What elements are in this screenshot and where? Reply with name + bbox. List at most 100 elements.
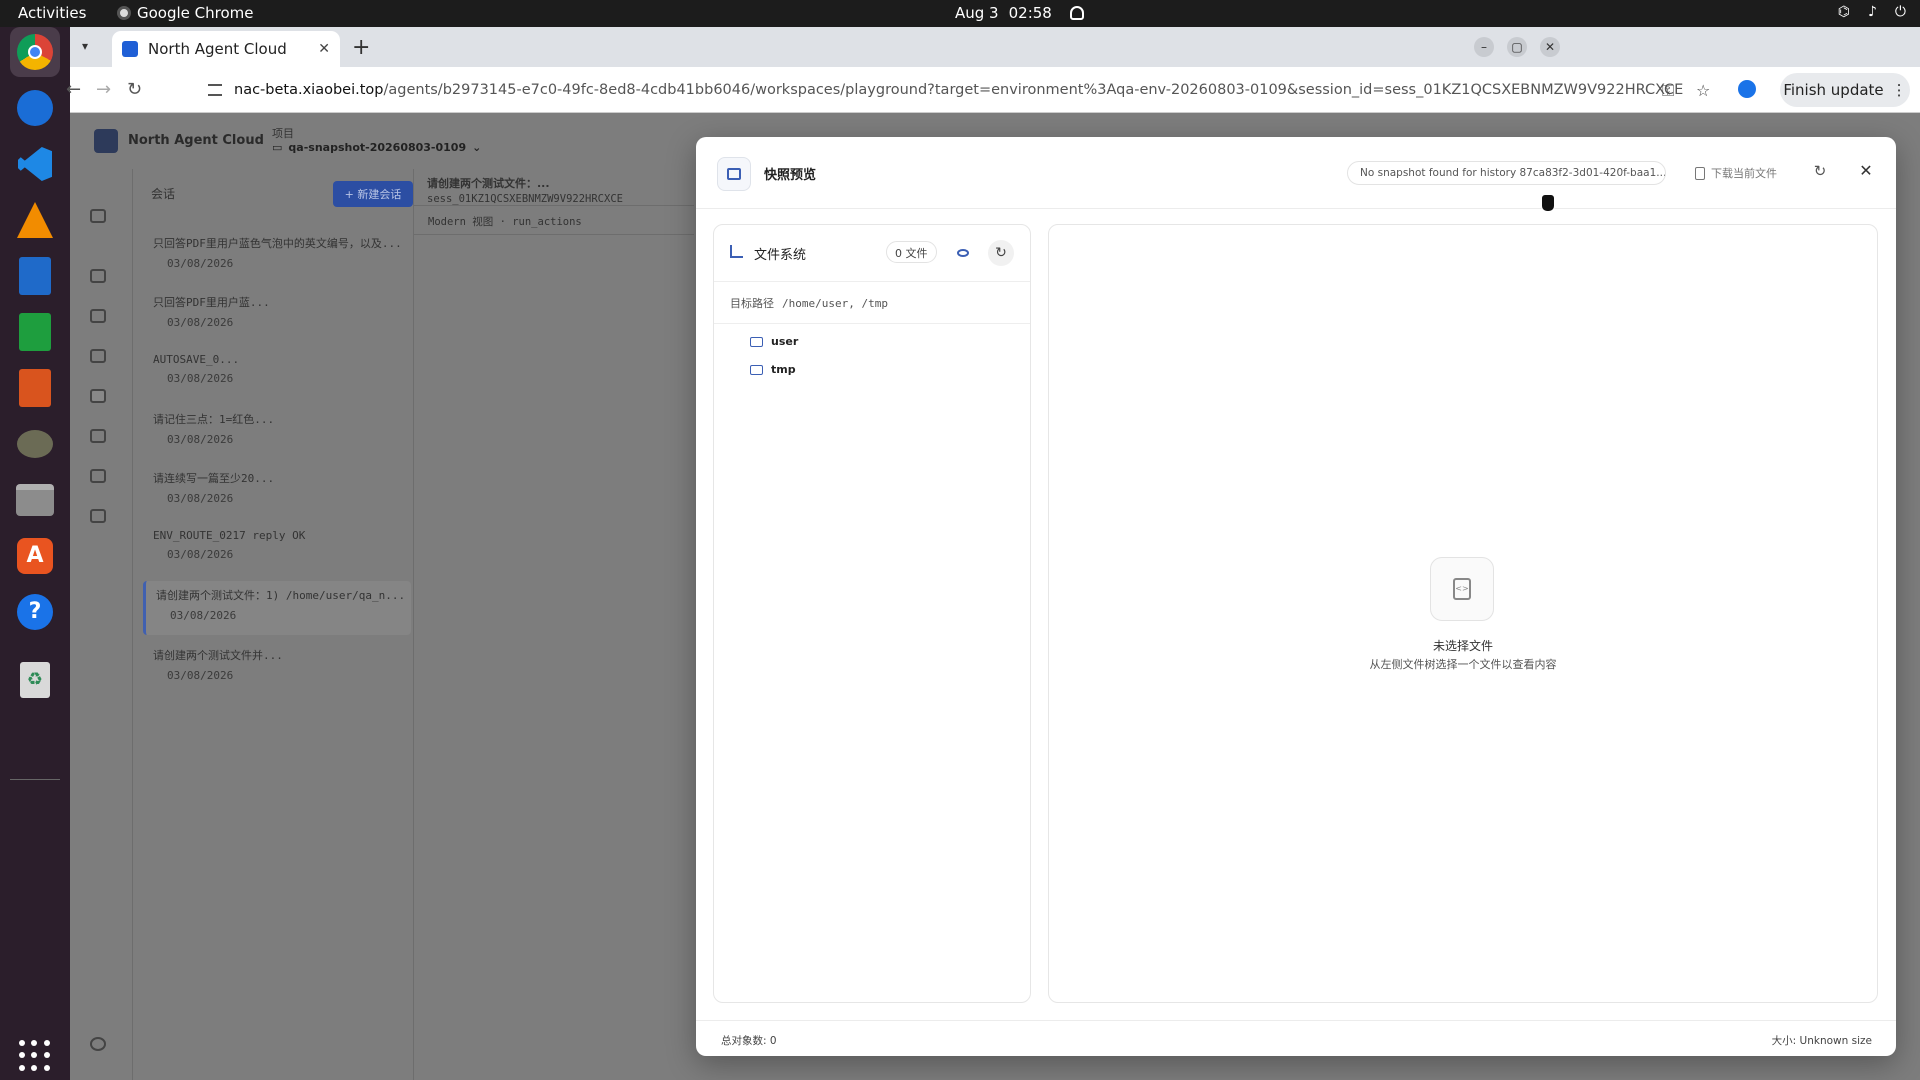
activity-icon[interactable] [90,429,106,443]
target-path-label: 目标路径 [730,297,774,310]
close-icon[interactable]: ✕ [1856,161,1876,181]
session-date: 03/08/2026 [167,548,234,561]
dock-impress[interactable] [10,363,60,413]
activities-button[interactable]: Activities [18,4,86,22]
close-window-icon[interactable]: ✕ [1540,37,1560,57]
session-item[interactable]: AUTOSAVE_0... 03/08/2026 [143,347,411,397]
chrome-icon [17,34,53,70]
session-date: 03/08/2026 [167,433,234,446]
reload-icon[interactable]: ↻ [127,79,142,100]
session-title: 请记住三点：1=红色... [153,413,275,426]
clock-time: 02:58 [1008,4,1052,22]
dock-vscode[interactable] [10,139,60,189]
nav-rail [70,169,133,1080]
modal-title: 快照预览 [764,168,817,183]
dock-writer[interactable] [10,251,60,301]
gimp-icon [17,430,53,458]
clock[interactable]: Aug 3 02:58 [955,4,1084,22]
session-item[interactable]: 请记住三点：1=红色... 03/08/2026 [143,405,411,455]
session-item[interactable]: 只回答PDF里用户蓝... 03/08/2026 [143,288,411,338]
finish-update-label: Finish update [1783,81,1884,99]
project-name: qa-snapshot-20260803-0109 [288,141,467,154]
thunderbird-icon [17,90,53,126]
dock-vlc[interactable] [10,195,60,245]
session-item-selected[interactable]: 请创建两个测试文件：1) /home/user/qa_n... 03/08/202… [143,581,411,635]
profile-avatar-icon[interactable] [1738,80,1756,98]
target-path: 目标路径/home/user, /tmp [714,281,1030,324]
snapshot-status-badge: No snapshot found for history 87ca83f2-3… [1347,161,1666,185]
browser-chrome: ▾ North Agent Cloud ✕ + – ▢ ✕ ← → ↻ nac-… [66,27,1920,113]
edit-icon[interactable] [90,309,106,323]
folder-icon: ▭ [272,141,283,154]
tab-close-icon[interactable]: ✕ [318,41,330,57]
download-current-file-button[interactable]: 下载当前文件 [1695,165,1777,181]
bot-icon[interactable] [90,209,106,223]
file-count-badge: 0 文件 [886,241,937,263]
back-icon[interactable]: ← [66,79,81,100]
session-item[interactable]: 请连续写一篇至少20... 03/08/2026 [143,464,411,514]
dock-app-center[interactable]: A [10,531,60,581]
session-date: 03/08/2026 [170,609,237,622]
clock-date: Aug 3 [955,4,999,22]
grid-icon[interactable] [90,269,106,283]
tab-search-chevron-icon[interactable]: ▾ [82,39,88,53]
minimize-icon[interactable]: – [1474,37,1494,57]
settings-gear-icon[interactable] [90,1037,106,1051]
site-info-icon[interactable] [208,84,222,96]
session-item[interactable]: 只回答PDF里用户蓝色气泡中的英文编号，以及... 03/08/2026 [143,229,411,279]
chart-icon[interactable] [90,469,106,483]
system-tray[interactable]: ⌬ ♪ ⏻ [1838,4,1906,20]
dock-calc[interactable] [10,307,60,357]
session-date: 03/08/2026 [167,316,234,329]
password-key-icon[interactable]: ⚿ [1662,81,1674,101]
browser-toolbar: ← → ↻ nac-beta.xiaobei.top /agents/b2973… [66,67,1920,113]
sliders-icon[interactable] [90,509,106,523]
mouse-cursor-icon [1541,194,1555,212]
eye-icon[interactable] [950,240,976,266]
new-session-button[interactable]: + 新建会话 [333,181,413,207]
folder-name: tmp [771,363,796,376]
calc-icon [19,313,51,351]
filesystem-title: 文件系统 [754,248,807,263]
files-icon [16,484,54,516]
dock-files[interactable] [10,475,60,525]
dock-chrome[interactable] [10,27,60,77]
reload-tree-icon[interactable]: ↻ [988,240,1014,266]
folder-name: user [771,335,799,348]
chat-icon[interactable] [90,389,106,403]
active-app-menu[interactable]: Google Chrome [117,4,254,22]
dock-thunderbird[interactable] [10,83,60,133]
notification-bell-icon [1069,6,1084,20]
dock-trash[interactable]: ♻ [10,655,60,705]
dock: A ? ♻ [0,27,70,1080]
finish-update-button[interactable]: Finish update ⋮ [1780,73,1910,107]
show-apps-icon[interactable] [19,1040,51,1072]
forward-icon[interactable]: → [96,79,111,100]
file-preview-panel: <> 未选择文件 从左侧文件树选择一个文件以查看内容 [1048,224,1878,1003]
new-tab-icon[interactable]: + [352,35,370,60]
refresh-icon[interactable]: ↻ [1810,162,1830,182]
network-icon: ⌬ [1837,4,1850,20]
sessions-panel: 会话 + 新建会话 只回答PDF里用户蓝色气泡中的英文编号，以及... 03/08… [133,169,414,1080]
session-date: 03/08/2026 [167,372,234,385]
bookmark-star-icon[interactable]: ☆ [1696,81,1710,100]
project-selector[interactable]: ▭ qa-snapshot-20260803-0109 ⌄ [272,141,481,154]
dock-gimp[interactable] [10,419,60,469]
session-item[interactable]: 请创建两个测试文件并... 03/08/2026 [143,641,411,691]
address-bar[interactable]: nac-beta.xiaobei.top /agents/b2973145-e7… [198,73,1812,107]
session-item[interactable]: ENV_ROUTE_0217 reply OK 03/08/2026 [143,523,411,573]
file-download-icon [1695,166,1705,180]
empty-state-title: 未选择文件 [1432,639,1493,653]
chrome-icon [117,6,131,20]
dock-help[interactable]: ? [10,587,60,637]
browser-tab[interactable]: North Agent Cloud ✕ [112,31,340,67]
writer-icon [19,257,51,295]
terminal-icon[interactable] [90,349,106,363]
session-title: 请创建两个测试文件：1) /home/user/qa_n... [156,589,406,602]
site-favicon-icon [122,41,138,57]
session-title: ENV_ROUTE_0217 reply OK [153,529,306,542]
target-path-value: /home/user, /tmp [782,297,888,310]
tree-folder-tmp[interactable]: tmp [750,363,796,376]
maximize-icon[interactable]: ▢ [1507,37,1527,57]
tree-folder-user[interactable]: user [750,335,798,348]
